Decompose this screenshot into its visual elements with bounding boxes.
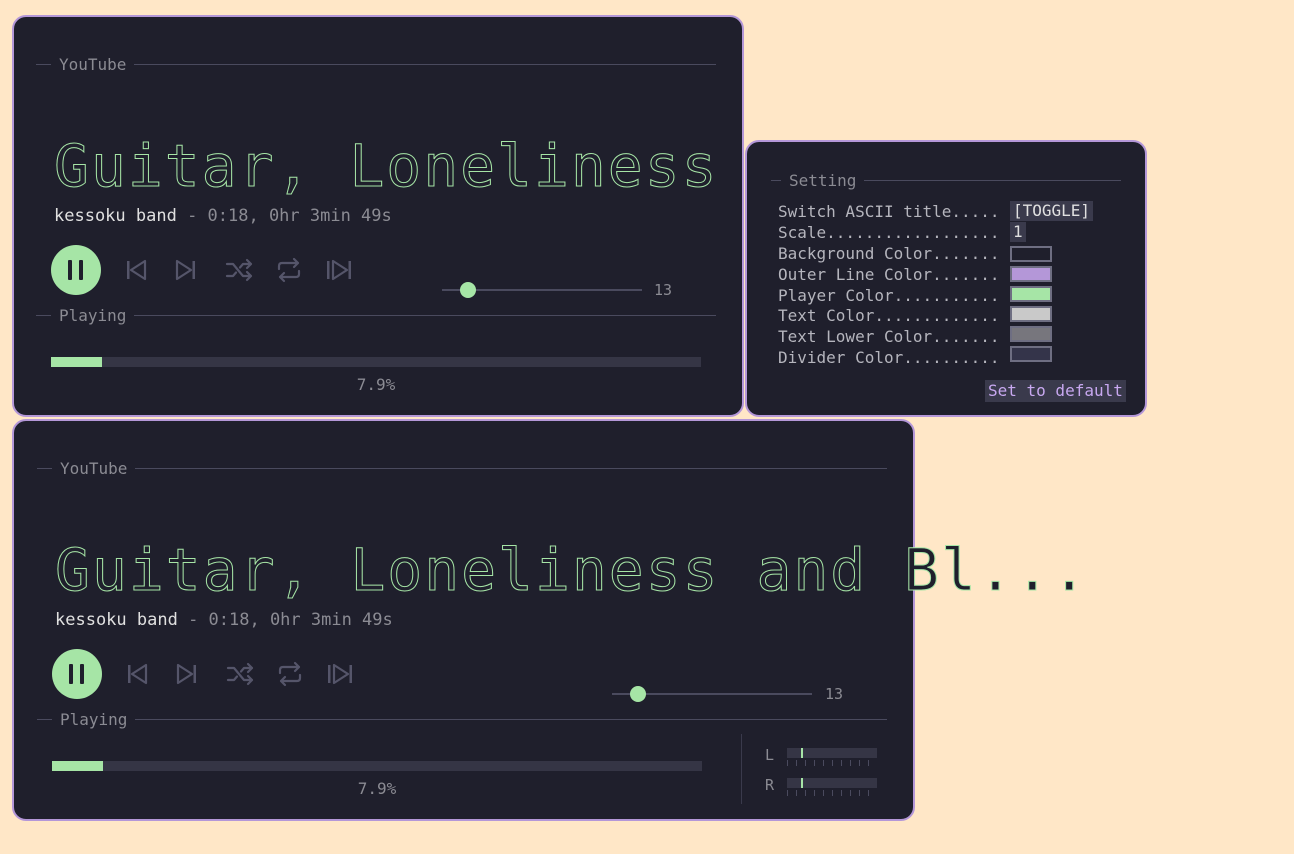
set-to-default-button[interactable]: Set to default [985,380,1126,402]
progress-bar[interactable] [51,357,701,367]
progress-bar-fill [51,357,103,367]
toggle-ascii-button[interactable]: [TOGGLE] [1010,201,1094,221]
repeat-button[interactable] [276,660,304,688]
divider-color-swatch[interactable] [1010,346,1052,362]
background-color-swatch[interactable] [1010,246,1052,262]
repeat-button[interactable] [275,256,303,284]
setting-label: Switch ASCII title..... [778,202,1000,221]
text-lower-color-swatch[interactable] [1010,326,1052,342]
volume-slider-thumb[interactable] [460,282,476,298]
pause-icon [69,664,84,684]
setting-label: Background Color....... [778,244,1000,263]
left-channel-meter [787,748,877,758]
skip-next-icon [176,663,196,685]
pause-button[interactable] [52,649,102,699]
playing-section-header: Playing [36,306,716,325]
scale-input[interactable]: 1 [1010,222,1026,242]
source-label: YouTube [60,459,128,478]
setting-label: Outer Line Color....... [778,265,1000,284]
setting-scale: Scale.................. [778,223,1000,242]
settings-header: Setting [771,171,1121,190]
next-button[interactable] [173,660,201,688]
next-button[interactable] [172,256,200,284]
pause-icon [68,260,83,280]
shuffle-icon [225,258,253,282]
ascii-track-title: Guitar, Loneliness and Bl... [55,536,1089,604]
right-channel-meter [787,778,877,788]
setting-text-color: Text Color............. [778,306,1000,325]
progress-bar[interactable] [52,761,702,771]
settings-panel: Setting Switch ASCII title..... [TOGGLE]… [745,140,1147,417]
previous-button[interactable] [123,660,151,688]
progress-percent: 7.9% [356,375,396,394]
playing-label: Playing [59,306,127,325]
source-label: YouTube [59,55,127,74]
right-meter-scale [787,790,877,796]
volume-value: 13 [654,281,673,299]
skip-to-end-button[interactable] [325,256,353,284]
skip-previous-icon [128,663,148,685]
setting-label: Divider Color.......... [778,348,1000,367]
setting-label: Text Color............. [778,306,1000,325]
track-info: kessoku band - 0:18, 0hr 3min 49s [55,610,393,630]
playing-label: Playing [60,710,128,729]
repeat-icon [277,257,301,283]
playing-section-header: Playing [37,710,887,729]
artist-name: kessoku band [55,610,178,630]
divider [741,734,742,804]
repeat-icon [278,661,302,687]
pause-button[interactable] [51,245,101,295]
skip-to-end-icon [328,663,352,685]
setting-divider-color: Divider Color.......... [778,348,1000,367]
progress-bar-fill [52,761,104,771]
shuffle-icon [226,662,254,686]
shuffle-button[interactable] [225,256,253,284]
player-color-swatch[interactable] [1010,286,1052,302]
right-level-marker [801,778,803,788]
skip-next-icon [175,259,195,281]
setting-ascii-title: Switch ASCII title..... [778,202,1000,221]
skip-previous-icon [127,259,147,281]
setting-player-color: Player Color........... [778,286,1000,305]
setting-label: Player Color........... [778,286,1000,305]
setting-background-color: Background Color....... [778,244,1000,263]
previous-button[interactable] [122,256,150,284]
settings-title: Setting [789,171,857,190]
left-level-marker [801,748,803,758]
shuffle-button[interactable] [226,660,254,688]
setting-text-lower-color: Text Lower Color....... [778,327,1000,346]
progress-percent: 7.9% [357,779,397,798]
setting-label: Scale.................. [778,223,1000,242]
source-section-header: YouTube [37,459,887,478]
player-panel-1: YouTube Guitar, Loneliness a... kessoku … [12,15,902,417]
left-meter-scale [787,760,877,766]
setting-label: Text Lower Color....... [778,327,1000,346]
skip-to-end-button[interactable] [326,660,354,688]
volume-value: 13 [825,685,844,703]
volume-slider-thumb[interactable] [630,686,646,702]
outer-line-color-swatch[interactable] [1010,266,1052,282]
track-time: - 0:18, 0hr 3min 49s [177,610,393,630]
text-color-swatch[interactable] [1010,306,1052,322]
artist-name: kessoku band [54,206,177,226]
player-panel-2: YouTube Guitar, Loneliness and Bl... kes… [12,419,1087,821]
track-time: - 0:18, 0hr 3min 49s [176,206,392,226]
track-info: kessoku band - 0:18, 0hr 3min 49s [54,206,392,226]
right-channel-label: R [765,776,775,794]
source-section-header: YouTube [36,55,716,74]
setting-outer-line-color: Outer Line Color....... [778,265,1000,284]
left-channel-label: L [765,746,775,764]
skip-to-end-icon [327,259,351,281]
